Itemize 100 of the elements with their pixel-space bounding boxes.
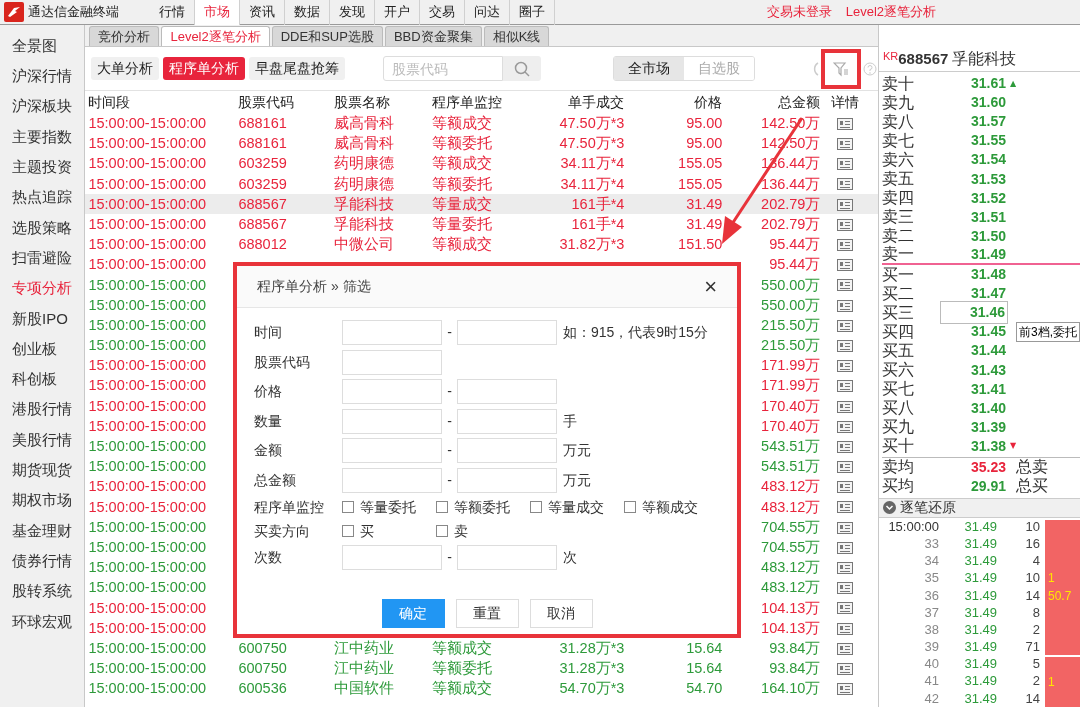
table-cell-text: 688012 [238, 235, 288, 255]
trend-arrow: ▼ [1010, 440, 1017, 453]
level-label: 卖三 [882, 207, 915, 228]
column-header: 总金额 [777, 92, 821, 112]
table-cell-text: 483.12万 [760, 497, 821, 517]
table-cell-text: 威高骨科 [334, 114, 396, 133]
level-label: 买四 [882, 321, 915, 342]
total-label: 总买 [1016, 476, 1048, 497]
table-cell-text: 15:00:00-15:00:00 [88, 174, 208, 194]
table-cell-text: 151.50 [677, 235, 723, 255]
table-cell-text: 171.99万 [760, 376, 821, 396]
table-cell-text: 等额委托 [432, 134, 494, 154]
tick-price: 31.49 [963, 620, 997, 639]
table-cell-text: 等量成交 [432, 194, 494, 214]
table-cell-text: 31.49 [685, 194, 723, 214]
table-cell-text: 34.11万*4 [559, 154, 625, 174]
field-label: 次数 [254, 548, 283, 568]
table-cell-text: 483.12万 [760, 558, 821, 578]
table-cell-text: 15:00:00-15:00:00 [88, 194, 208, 214]
level-label: 买十 [882, 436, 915, 457]
tick-price: 31.49 [963, 569, 997, 588]
table-cell-text: 104.13万 [760, 598, 821, 618]
level-label: 卖六 [882, 150, 915, 170]
total-label: 总卖 [1016, 457, 1048, 478]
table-cell-text: 15:00:00-15:00:00 [88, 457, 208, 477]
table-cell-text: 15:00:00-15:00:00 [88, 275, 208, 295]
checkbox-label: 等额成交 [642, 497, 698, 517]
level-label: 卖五 [882, 169, 915, 190]
stock-code: 688567 [898, 48, 949, 69]
table-cell-text: 550.00万 [760, 295, 821, 315]
tick-price: 31.49 [963, 517, 997, 536]
table-cell-text: 药明康德 [334, 174, 396, 194]
tick-volume: 14 [1024, 586, 1040, 605]
table-cell-text: 等额成交 [432, 114, 494, 133]
tick-time: 37 [923, 603, 939, 622]
tick-time: 41 [923, 672, 939, 691]
checkbox-label: 卖 [454, 521, 468, 541]
table-cell-text: 202.79万 [760, 194, 821, 214]
table-cell-text: 15:00:00-15:00:00 [88, 416, 208, 436]
market-code-label: KR [883, 49, 899, 62]
level-label: 卖八 [882, 111, 915, 132]
tick-time: 42 [923, 689, 939, 707]
column-header: 股票代码 [238, 92, 296, 112]
checkbox-label: 等量成交 [548, 497, 604, 517]
table-cell-text: 95.44万 [768, 235, 821, 255]
app-title: 通达信金融终端 [28, 3, 120, 22]
column-header: 单手成交 [567, 92, 625, 112]
unit-text: 万元 [563, 470, 591, 490]
table-cell-text: 31.82万*3 [558, 235, 625, 255]
table-cell-text: 483.12万 [760, 477, 821, 497]
table-cell-text: 603259 [238, 154, 288, 174]
table-cell-text: 15:00:00-15:00:00 [88, 679, 208, 699]
table-cell-text: 95.44万 [768, 255, 821, 275]
table-cell-text: 215.50万 [760, 336, 821, 356]
tick-time: 15:00:00 [887, 517, 939, 536]
tick-time: 38 [923, 620, 939, 639]
level-label: 买二 [882, 283, 915, 304]
range-dash: - [446, 411, 453, 431]
table-cell-text: 93.84万 [768, 659, 821, 679]
level-label: 卖七 [882, 130, 915, 151]
level-label: 卖九 [882, 92, 915, 113]
table-cell-text: 93.84万 [768, 638, 821, 658]
tick-price: 31.49 [963, 689, 997, 707]
tick-price: 31.49 [963, 552, 997, 571]
unit-text: 如：915，代表9时15分 [563, 323, 708, 343]
table-cell-text: 155.05 [677, 174, 723, 194]
table-cell-text: 15:00:00-15:00:00 [88, 537, 208, 557]
range-dash: - [446, 382, 453, 402]
table-cell-text: 161手*4 [570, 214, 625, 234]
table-cell-text: 543.51万 [760, 437, 821, 456]
table-cell-text: 孚能科技 [334, 214, 396, 234]
tick-volume: 5 [1031, 655, 1040, 674]
tick-volume: 14 [1024, 689, 1040, 707]
unit-text: 万元 [563, 441, 591, 461]
table-cell-text: 江中药业 [334, 638, 396, 658]
table-cell-text: 孚能科技 [334, 194, 396, 214]
status-text: Level2逐笔分析 [845, 3, 936, 22]
table-cell-text: 483.12万 [760, 578, 821, 598]
level-label: 买七 [882, 379, 915, 400]
table-cell-text: 688567 [238, 214, 288, 234]
table-cell-text: 15:00:00-15:00:00 [88, 497, 208, 517]
table-cell-text: 164.10万 [760, 679, 821, 699]
tick-time: 35 [923, 569, 939, 588]
table-cell-text: 136.44万 [760, 174, 821, 194]
table-cell-text: 600536 [238, 679, 288, 699]
table-cell-text: 215.50万 [760, 315, 821, 335]
level-label: 买八 [882, 398, 915, 419]
range-dash: - [446, 441, 453, 461]
level-label: 买六 [882, 360, 915, 380]
table-cell-text: 15:00:00-15:00:00 [88, 214, 208, 234]
range-dash: - [446, 470, 453, 490]
tick-price: 31.49 [963, 534, 997, 553]
table-cell-text: 202.79万 [760, 214, 821, 234]
field-label: 程序单监控 [254, 497, 325, 517]
column-header: 时间段 [88, 92, 132, 112]
table-cell-text: 15.64 [685, 638, 723, 658]
table-cell-text: 688567 [238, 194, 288, 214]
tick-volume: 71 [1024, 638, 1040, 657]
table-cell-text: 15:00:00-15:00:00 [88, 659, 208, 679]
level-label: 买一 [882, 264, 915, 285]
